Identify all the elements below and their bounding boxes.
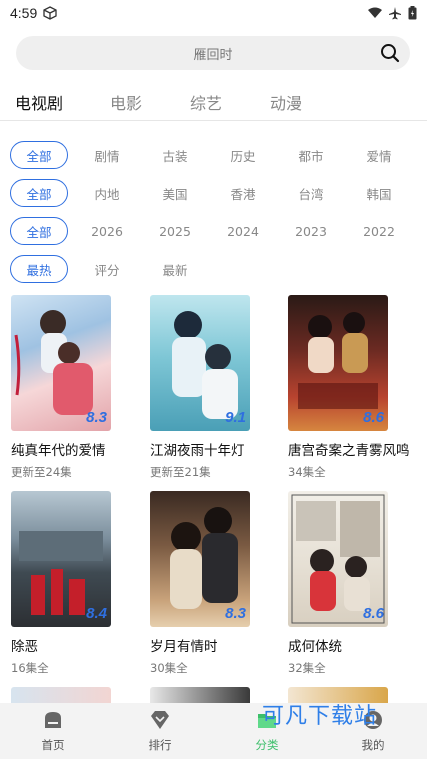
poster-image[interactable]: 8.3 (11, 295, 111, 431)
rating-badge: 8.3 (86, 409, 107, 426)
search-bar[interactable]: 雁回时 (16, 36, 410, 70)
nav-label: 我的 (361, 738, 385, 752)
card-subtitle: 32集全 (288, 661, 326, 675)
filter-chip[interactable]: 全部 (10, 217, 68, 245)
wifi-icon (368, 7, 382, 18)
card-title[interactable]: 唐宫奇案之青雾风鸣 (288, 439, 410, 459)
filter-chip[interactable]: 最热 (10, 255, 68, 283)
filter-row-genre: 全部 剧情 古装 历史 都市 爱情 (10, 141, 417, 169)
filter-chip[interactable]: 香港 (214, 179, 272, 207)
poster-image[interactable]: 9.1 (150, 295, 250, 431)
poster-image[interactable]: 8.3 (150, 491, 250, 627)
filter-chip[interactable]: 2024 (214, 217, 272, 245)
search-hint[interactable]: 雁回时 (193, 44, 232, 63)
card-title[interactable]: 岁月有情时 (150, 635, 250, 655)
category-tabs: 电视剧 电影 综艺 动漫 (0, 86, 427, 118)
poster-image[interactable]: 8.6 (288, 491, 388, 627)
rating-badge: 8.6 (363, 605, 384, 622)
status-bar: 4:59 (0, 0, 427, 26)
poster-image[interactable] (150, 687, 250, 703)
poster-image[interactable] (11, 687, 111, 703)
drama-card[interactable]: 9.1 江湖夜雨十年灯 更新至21集 (150, 295, 250, 480)
filter-row-year: 全部 2026 2025 2024 2023 2022 (10, 217, 417, 245)
drama-card[interactable]: 8.6 成何体统 32集全 (288, 491, 388, 676)
filter-chip[interactable]: 最新 (146, 255, 204, 283)
card-subtitle: 更新至24集 (11, 465, 72, 479)
status-time: 4:59 (10, 5, 38, 21)
filter-chip[interactable]: 都市 (282, 141, 340, 169)
filter-row-region: 全部 内地 美国 香港 台湾 韩国 (10, 179, 417, 207)
filter-chip[interactable]: 内地 (78, 179, 136, 207)
poster-image[interactable]: 8.6 (288, 295, 388, 431)
nav-ranking[interactable]: 排行 (130, 709, 190, 753)
filter-chip[interactable]: 2023 (282, 217, 340, 245)
poster-image[interactable]: 8.4 (11, 491, 111, 627)
tab-tv[interactable]: 电视剧 (15, 90, 63, 114)
card-subtitle: 34集全 (288, 465, 326, 479)
battery-icon (408, 6, 417, 20)
filter-chip[interactable]: 2025 (146, 217, 204, 245)
filter-chip[interactable]: 台湾 (282, 179, 340, 207)
rating-badge: 8.6 (363, 409, 384, 426)
airplane-icon (389, 6, 401, 19)
filter-chip[interactable]: 评分 (78, 255, 136, 283)
status-icons (368, 6, 417, 20)
card-title[interactable]: 成何体统 (288, 635, 388, 655)
card-title[interactable]: 纯真年代的爱情 (11, 439, 111, 459)
filter-chip[interactable]: 美国 (146, 179, 204, 207)
search-icon[interactable] (380, 43, 400, 63)
drama-card[interactable]: 8.3 岁月有情时 30集全 (150, 491, 250, 676)
card-title[interactable]: 江湖夜雨十年灯 (150, 439, 250, 459)
divider (0, 120, 427, 121)
tab-anime[interactable]: 动漫 (270, 90, 302, 114)
drama-card[interactable]: 8.3 纯真年代的爱情 更新至24集 (11, 295, 111, 480)
tab-variety[interactable]: 综艺 (190, 90, 222, 114)
card-subtitle: 30集全 (150, 661, 188, 675)
filter-chip[interactable]: 爱情 (350, 141, 408, 169)
drama-card[interactable]: 8.4 除恶 16集全 (11, 491, 111, 676)
rating-badge: 8.3 (225, 605, 246, 622)
filter-chip[interactable]: 全部 (10, 141, 68, 169)
filter-chip[interactable]: 韩国 (350, 179, 408, 207)
diamond-icon (151, 711, 169, 729)
rating-badge: 8.4 (86, 605, 107, 622)
filter-chip[interactable]: 2022 (350, 217, 408, 245)
filter-chip[interactable]: 古装 (146, 141, 204, 169)
home-icon (45, 712, 61, 728)
filter-chip[interactable]: 全部 (10, 179, 68, 207)
nav-label: 首页 (41, 738, 65, 752)
filter-chip[interactable]: 历史 (214, 141, 272, 169)
rating-badge: 9.1 (225, 409, 246, 426)
filter-chip[interactable]: 剧情 (78, 141, 136, 169)
drama-card[interactable]: 8.6 唐宫奇案之青雾风鸣 34集全 (288, 295, 410, 480)
watermark: 可凡下载站 (262, 704, 378, 729)
nav-label: 排行 (148, 738, 172, 752)
filter-row-sort: 最热 评分 最新 (10, 255, 417, 283)
nav-label: 分类 (255, 738, 279, 752)
nav-home[interactable]: 首页 (23, 709, 83, 753)
card-title[interactable]: 除恶 (11, 635, 111, 655)
tab-movie[interactable]: 电影 (110, 90, 142, 114)
cube-icon (43, 6, 57, 20)
card-subtitle: 16集全 (11, 661, 49, 675)
filter-chip[interactable]: 2026 (78, 217, 136, 245)
card-subtitle: 更新至21集 (150, 465, 211, 479)
